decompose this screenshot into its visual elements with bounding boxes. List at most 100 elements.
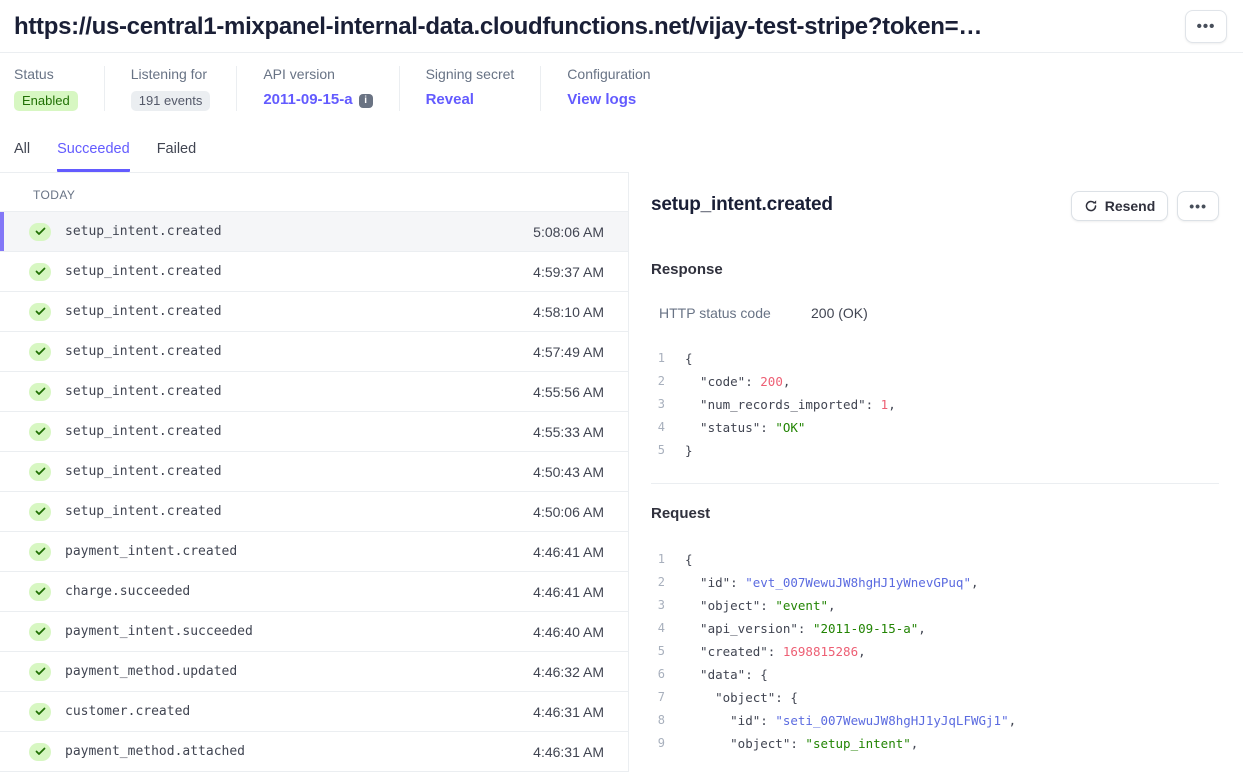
code-line-content: "id": "seti_007WewuJW8hgHJ1yJqLFWGj1", bbox=[685, 709, 1016, 732]
listening-for-label: Listening for bbox=[131, 66, 211, 82]
event-list-row[interactable]: setup_intent.created 4:55:56 AM bbox=[0, 372, 628, 412]
event-list-row[interactable]: setup_intent.created 4:57:49 AM bbox=[0, 332, 628, 372]
event-list-row[interactable]: payment_method.updated 4:46:32 AM bbox=[0, 652, 628, 692]
code-line: 9 "object": "setup_intent", bbox=[651, 732, 1219, 755]
page-overflow-menu-button[interactable]: ••• bbox=[1185, 10, 1227, 43]
detail-event-title: setup_intent.created bbox=[651, 191, 833, 216]
success-check-icon bbox=[29, 623, 51, 641]
resend-icon bbox=[1084, 199, 1098, 213]
event-timestamp: 4:46:41 AM bbox=[533, 544, 604, 560]
summary-api-version: API version 2011-09-15-ai bbox=[236, 66, 398, 111]
tab-all[interactable]: All bbox=[14, 141, 30, 172]
object-id-link[interactable]: "seti_007WewuJW8hgHJ1yJqLFWGj1" bbox=[775, 713, 1008, 728]
main-content: TODAY setup_intent.created 5:08:06 AM se… bbox=[0, 172, 1243, 772]
event-timestamp: 4:55:56 AM bbox=[533, 384, 604, 400]
code-line-content: "status": "OK" bbox=[685, 416, 805, 439]
event-list-row[interactable]: setup_intent.created 4:55:33 AM bbox=[0, 412, 628, 452]
tab-succeeded[interactable]: Succeeded bbox=[57, 141, 130, 172]
event-detail-panel: setup_intent.created Resend ••• Response… bbox=[629, 172, 1243, 772]
code-line: 6 "data": { bbox=[651, 663, 1219, 686]
event-timestamp: 4:46:31 AM bbox=[533, 704, 604, 720]
response-code-block: 1{2 "code": 200,3 "num_records_imported"… bbox=[651, 347, 1219, 462]
event-list-row[interactable]: setup_intent.created 4:50:43 AM bbox=[0, 452, 628, 492]
code-token: , bbox=[1009, 713, 1017, 728]
reveal-secret-link[interactable]: Reveal bbox=[426, 91, 474, 108]
event-timestamp: 4:57:49 AM bbox=[533, 344, 604, 360]
code-line-content: "num_records_imported": 1, bbox=[685, 393, 896, 416]
info-icon: i bbox=[359, 94, 373, 108]
code-line-content: "api_version": "2011-09-15-a", bbox=[685, 617, 926, 640]
line-number: 9 bbox=[651, 732, 665, 755]
event-type-label: setup_intent.created bbox=[65, 264, 222, 279]
object-id-link[interactable]: "evt_007WewuJW8hgHJ1yWnevGPuq" bbox=[745, 575, 971, 590]
success-check-icon bbox=[29, 583, 51, 601]
event-list-row[interactable]: payment_method.attached 4:46:31 AM bbox=[0, 732, 628, 772]
status-badge: Enabled bbox=[14, 91, 78, 111]
code-token: , bbox=[911, 736, 919, 751]
event-list-row[interactable]: setup_intent.created 4:59:37 AM bbox=[0, 252, 628, 292]
code-token: , bbox=[858, 644, 866, 659]
http-status-value: 200 (OK) bbox=[811, 305, 868, 321]
event-type-label: setup_intent.created bbox=[65, 424, 222, 439]
resend-button[interactable]: Resend bbox=[1071, 191, 1169, 221]
resend-button-label: Resend bbox=[1105, 198, 1156, 214]
http-status-label: HTTP status code bbox=[659, 305, 811, 321]
page-title: https://us-central1-mixpanel-internal-da… bbox=[14, 13, 982, 41]
line-number: 8 bbox=[651, 709, 665, 732]
code-line: 4 "api_version": "2011-09-15-a", bbox=[651, 617, 1219, 640]
detail-overflow-menu-button[interactable]: ••• bbox=[1177, 191, 1219, 221]
line-number: 3 bbox=[651, 594, 665, 617]
event-list-row[interactable]: setup_intent.created 4:58:10 AM bbox=[0, 292, 628, 332]
line-number: 3 bbox=[651, 393, 665, 416]
list-section-header: TODAY bbox=[0, 173, 628, 212]
event-list-row[interactable]: setup_intent.created 5:08:06 AM bbox=[0, 212, 628, 252]
event-type-label: customer.created bbox=[65, 704, 190, 719]
event-list-row[interactable]: setup_intent.created 4:50:06 AM bbox=[0, 492, 628, 532]
summary-configuration: Configuration View logs bbox=[540, 66, 676, 111]
event-filter-tabs: All Succeeded Failed bbox=[0, 125, 1243, 172]
event-type-label: setup_intent.created bbox=[65, 304, 222, 319]
code-line: 4 "status": "OK" bbox=[651, 416, 1219, 439]
event-timestamp: 4:50:43 AM bbox=[533, 464, 604, 480]
line-number: 1 bbox=[651, 347, 665, 370]
api-version-link[interactable]: 2011-09-15-a bbox=[263, 91, 352, 108]
event-type-label: setup_intent.created bbox=[65, 384, 222, 399]
code-token: , bbox=[971, 575, 979, 590]
line-number: 5 bbox=[651, 640, 665, 663]
event-list-row[interactable]: customer.created 4:46:31 AM bbox=[0, 692, 628, 732]
line-number: 2 bbox=[651, 571, 665, 594]
tab-failed[interactable]: Failed bbox=[157, 141, 197, 172]
event-list-row[interactable]: payment_intent.succeeded 4:46:40 AM bbox=[0, 612, 628, 652]
code-token: "event" bbox=[775, 598, 828, 613]
webhook-summary-bar: Status Enabled Listening for 191 events … bbox=[0, 53, 1243, 125]
detail-actions: Resend ••• bbox=[1071, 191, 1219, 221]
line-number: 4 bbox=[651, 416, 665, 439]
event-type-label: setup_intent.created bbox=[65, 464, 222, 479]
success-check-icon bbox=[29, 423, 51, 441]
code-token: "object": bbox=[685, 598, 775, 613]
event-timestamp: 4:46:32 AM bbox=[533, 664, 604, 680]
event-list: setup_intent.created 5:08:06 AM setup_in… bbox=[0, 212, 628, 772]
code-token: { bbox=[685, 351, 693, 366]
code-token: "id": bbox=[685, 575, 745, 590]
code-line: 2 "code": 200, bbox=[651, 370, 1219, 393]
code-token: { bbox=[685, 552, 693, 567]
event-list-row[interactable]: payment_intent.created 4:46:41 AM bbox=[0, 532, 628, 572]
line-number: 5 bbox=[651, 439, 665, 462]
signing-secret-label: Signing secret bbox=[426, 66, 515, 82]
code-token: "code": bbox=[685, 374, 760, 389]
event-list-row[interactable]: charge.succeeded 4:46:41 AM bbox=[0, 572, 628, 612]
code-token: , bbox=[918, 621, 926, 636]
view-logs-link[interactable]: View logs bbox=[567, 91, 636, 108]
event-timestamp: 5:08:06 AM bbox=[533, 224, 604, 240]
request-section-heading: Request bbox=[651, 505, 1219, 522]
response-section-heading: Response bbox=[651, 261, 1219, 278]
code-line: 1{ bbox=[651, 347, 1219, 370]
line-number: 4 bbox=[651, 617, 665, 640]
success-check-icon bbox=[29, 703, 51, 721]
line-number: 2 bbox=[651, 370, 665, 393]
code-token: 1698815286 bbox=[783, 644, 858, 659]
code-token: "data": { bbox=[685, 667, 768, 682]
code-line-content: "created": 1698815286, bbox=[685, 640, 866, 663]
page-header: https://us-central1-mixpanel-internal-da… bbox=[0, 0, 1243, 53]
